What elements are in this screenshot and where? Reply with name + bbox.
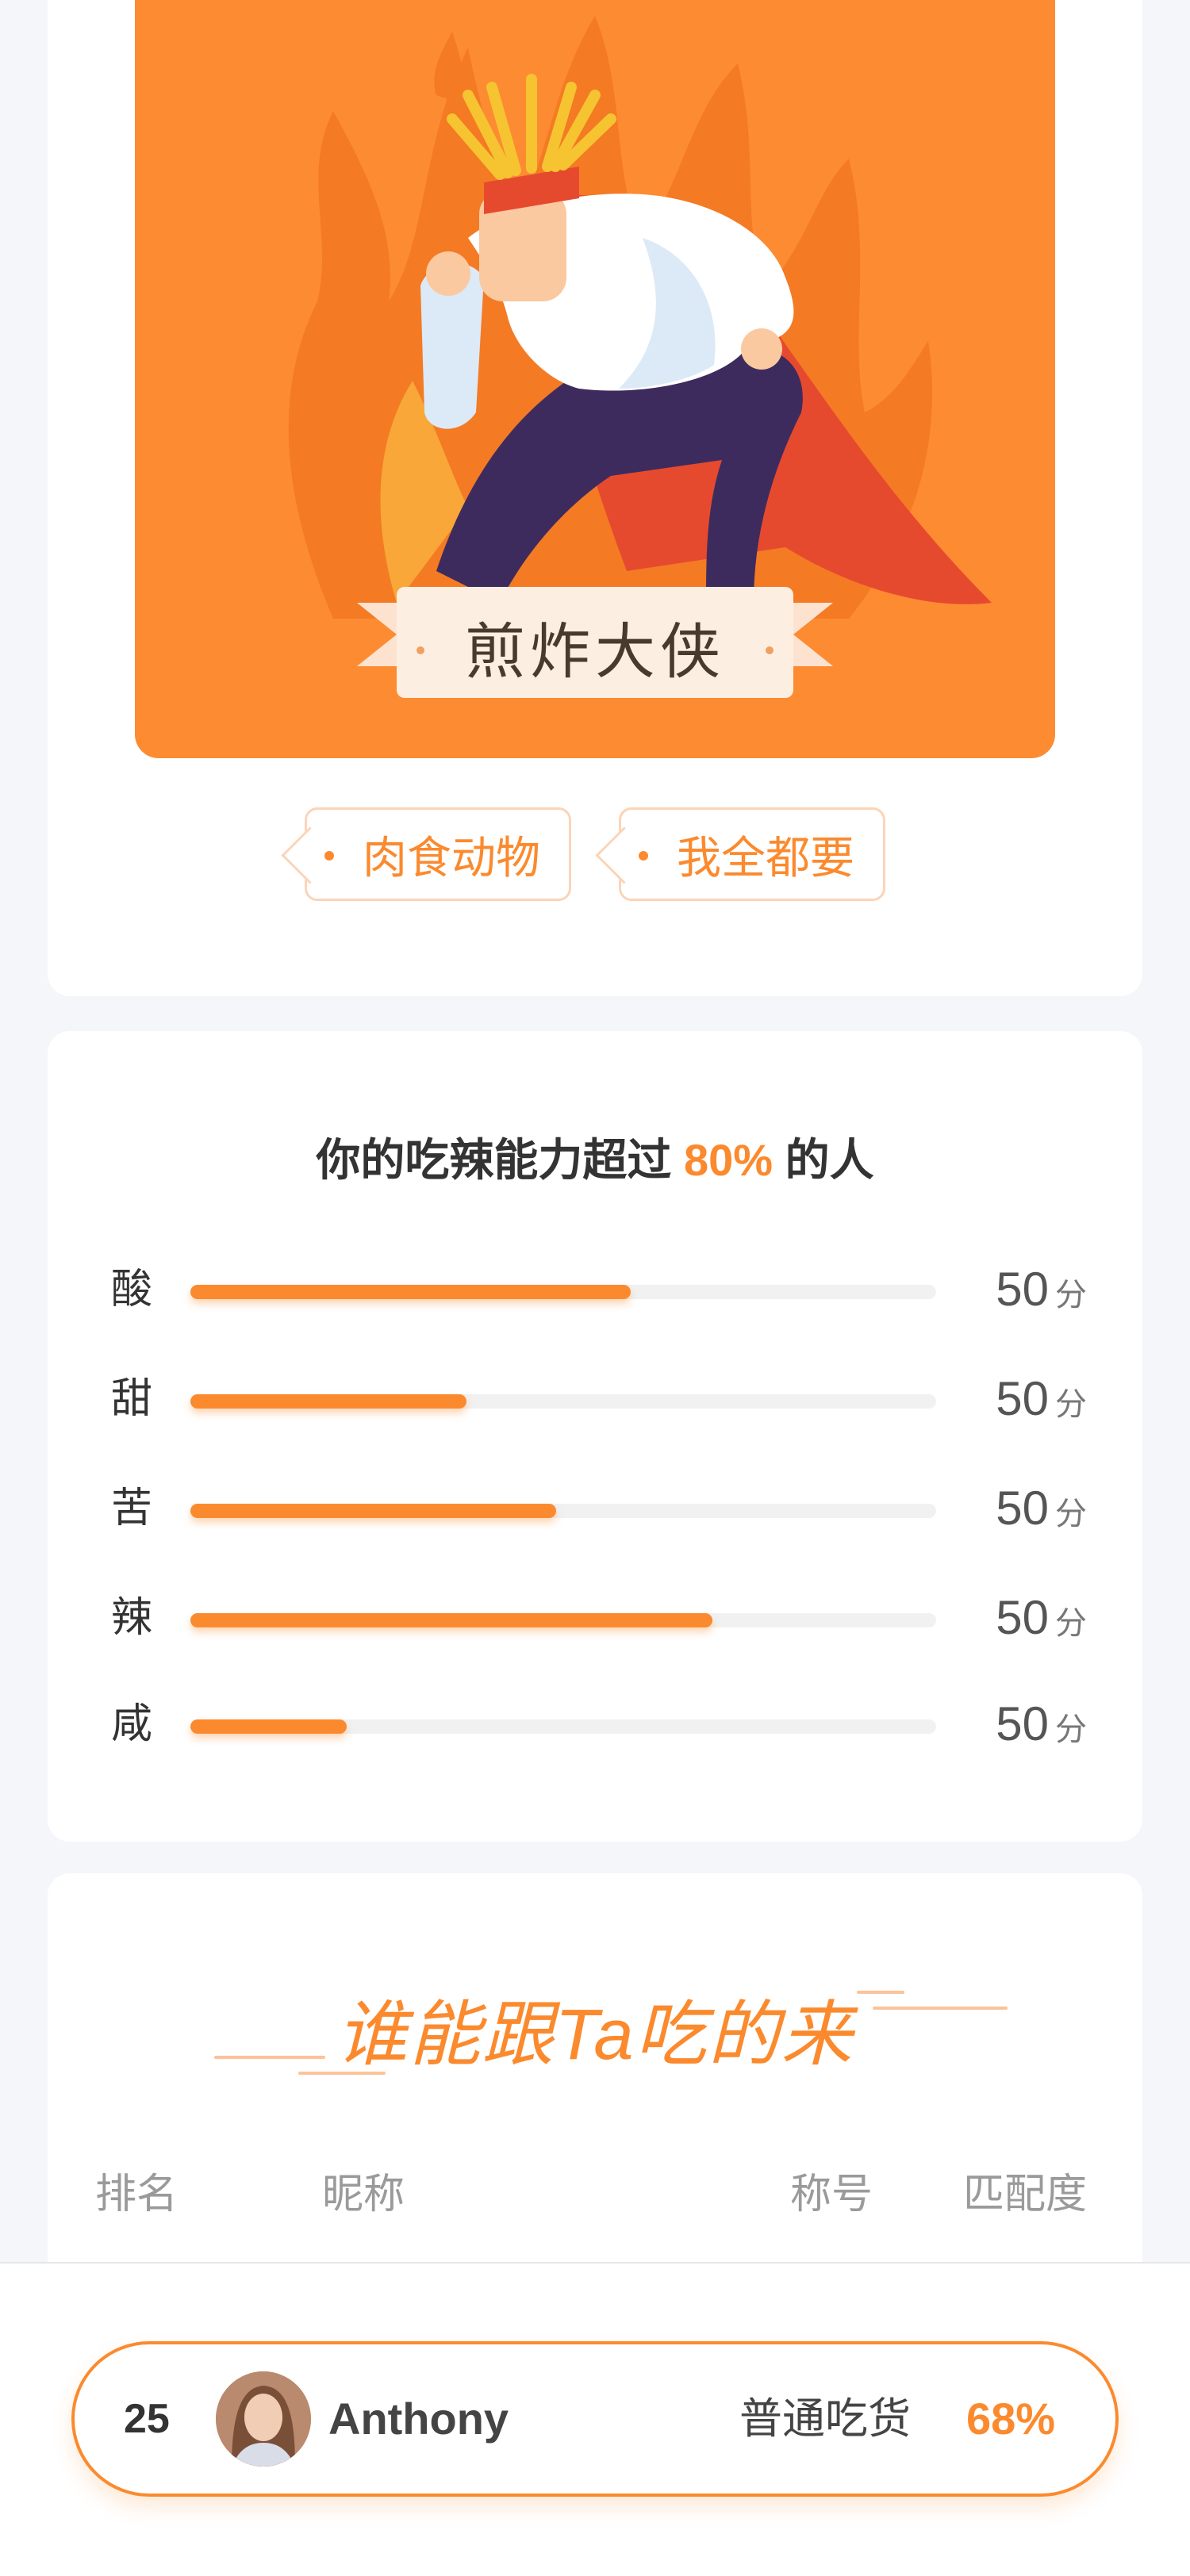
header-rank: 排名 — [95, 2172, 178, 2218]
header-match: 匹配度 — [963, 2172, 1088, 2218]
taste-row-bitter: 苦 50 分 — [111, 1477, 1087, 1540]
taste-label: 酸 — [111, 1267, 153, 1313]
my-rank-match: 68% — [966, 2394, 1056, 2444]
my-rank-title: 普通吃货 — [739, 2395, 911, 2443]
taste-title-suffix: 的人 — [785, 1135, 874, 1185]
taste-bar-fill — [190, 1719, 347, 1734]
taste-score: 50 分 — [996, 1482, 1087, 1535]
taste-card: 你的吃辣能力超过 80% 的人 酸 50 分 甜 50 分 苦 50 分 辣 50 分 … — [48, 1031, 1142, 1842]
header-title: 称号 — [790, 2172, 873, 2218]
taste-bar-track — [190, 1394, 936, 1409]
my-rank-number: 25 — [124, 2396, 170, 2442]
taste-score: 50 分 — [996, 1697, 1087, 1750]
taste-bar-track — [190, 1613, 936, 1627]
avatar[interactable] — [216, 2371, 311, 2467]
taste-bar-fill — [190, 1504, 556, 1518]
taste-row-sweet: 甜 50 分 — [111, 1367, 1087, 1431]
taste-row-spicy: 辣 50 分 — [111, 1586, 1087, 1650]
taste-title: 你的吃辣能力超过 80% 的人 — [48, 1125, 1142, 1189]
tag-want-all[interactable]: 我全都要 — [619, 807, 885, 901]
tag-carnivore[interactable]: 肉食动物 — [305, 807, 571, 901]
tag-label: 我全都要 — [677, 832, 854, 883]
taste-row-sour: 酸 50 分 — [111, 1258, 1087, 1321]
tag-label: 肉食动物 — [363, 832, 540, 883]
my-rank-name: Anthony — [328, 2394, 509, 2444]
bottom-bar: 25 Anthony 普通吃货 68% — [0, 2262, 1190, 2576]
hero-card: 煎炸大侠 肉食动物 我全都要 — [48, 0, 1142, 996]
hero-illustration: 煎炸大侠 — [135, 0, 1055, 758]
taste-title-percent: 80% — [683, 1135, 774, 1185]
hero-ribbon-text: 煎炸大侠 — [465, 616, 725, 687]
taste-title-prefix: 你的吃辣能力超过 — [316, 1135, 672, 1185]
taste-label: 甜 — [111, 1376, 153, 1422]
tag-dot-icon — [639, 851, 648, 861]
taste-bar-fill — [190, 1613, 712, 1627]
ranking-table-header: 排名 昵称 称号 匹配度 — [95, 2160, 1127, 2224]
taste-row-salty: 咸 50 分 — [111, 1692, 1087, 1756]
personality-tags: 肉食动物 我全都要 — [48, 807, 1142, 901]
taste-label: 咸 — [111, 1701, 153, 1747]
taste-bar-track — [190, 1504, 936, 1518]
my-rank-row[interactable]: 25 Anthony 普通吃货 68% — [71, 2341, 1119, 2497]
taste-score: 50 分 — [996, 1372, 1087, 1425]
taste-bar-fill — [190, 1285, 631, 1299]
taste-label: 苦 — [111, 1485, 153, 1531]
taste-bar-track — [190, 1285, 936, 1299]
taste-score: 50 分 — [996, 1591, 1087, 1644]
tag-dot-icon — [324, 851, 334, 861]
taste-label: 辣 — [111, 1595, 153, 1641]
taste-bar-fill — [190, 1394, 466, 1409]
taste-bar-track — [190, 1719, 936, 1734]
ranking-title: 谁能跟Ta吃的来 — [336, 1995, 854, 2075]
header-nickname: 昵称 — [322, 2172, 405, 2218]
taste-score: 50 分 — [996, 1263, 1087, 1316]
